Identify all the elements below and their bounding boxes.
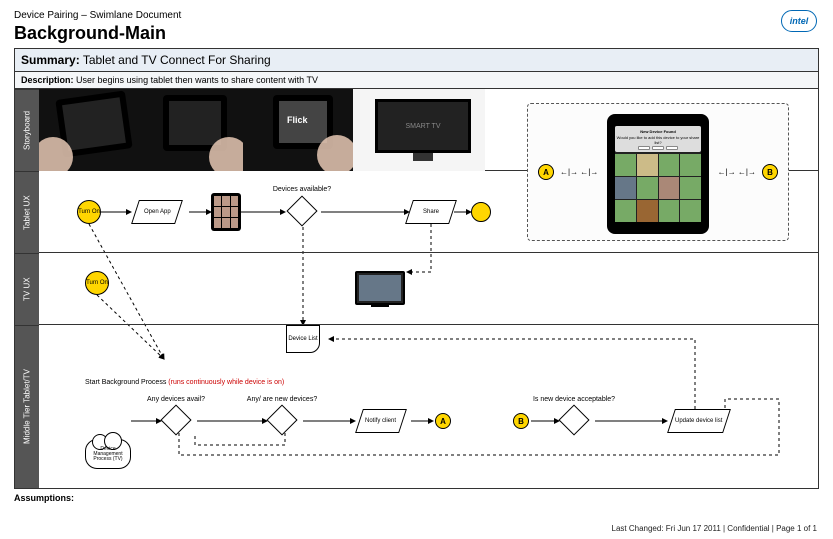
- description-text: User begins using tablet then wants to s…: [76, 75, 318, 85]
- lane-middle-tier: [39, 325, 818, 488]
- callout-photo-grid: [615, 154, 701, 222]
- storyboard-photo-4: SMART TV: [353, 89, 485, 171]
- decision-devices-available: [286, 195, 317, 226]
- decision-any-devices-label: Any devices avail?: [147, 396, 205, 403]
- tablet-app-thumbnail: [211, 193, 241, 231]
- lane-tv-ux: [39, 253, 818, 325]
- assumptions-label: Assumptions:: [14, 493, 819, 503]
- document-page: Device Pairing – Swimlane Document Backg…: [0, 0, 833, 539]
- swimlane-container: Storyboard Tablet UX TV UX Middle Tier T…: [14, 89, 819, 489]
- callout-panel: A ←|→ ←|→ New Device Found Would you lik…: [527, 103, 789, 241]
- footer: Last Changed: Fri Jun 17 2011 | Confiden…: [612, 524, 817, 533]
- decision-any-new-label: Any/ are new devices?: [247, 396, 317, 403]
- intel-logo: intel: [781, 10, 817, 32]
- summary-label: Summary:: [21, 53, 80, 67]
- smarttv-label: SMART TV: [378, 102, 468, 150]
- callout-arrow-left: ←|→ ←|→: [560, 168, 598, 177]
- decision-devices-available-label: Devices available?: [273, 186, 331, 193]
- lane-label-middle-tier: Middle Tier Tablet/TV: [15, 325, 39, 488]
- lane-labels: Storyboard Tablet UX TV UX Middle Tier T…: [15, 89, 39, 488]
- storyboard-photo-2: [147, 89, 243, 171]
- bg-process-note: Start Background Process (runs continuou…: [85, 379, 284, 386]
- storyboard-photo-1: [39, 89, 147, 171]
- callout-ipad: New Device Found Would you like to add t…: [607, 114, 709, 234]
- summary-bar: Summary: Tablet and TV Connect For Shari…: [14, 48, 819, 72]
- action-update-list: Update device list: [667, 409, 731, 433]
- lane-body: Flick SMART TV: [39, 89, 818, 488]
- lane-label-tv-ux: TV UX: [15, 253, 39, 325]
- callout-dialog-title: New Device Found: [640, 129, 676, 134]
- callout-connector-a: A: [538, 164, 554, 180]
- action-notify-client: Notify client: [355, 409, 407, 433]
- callout-connector-b: B: [762, 164, 778, 180]
- callout-dialog-msg: Would you like to add this device to you…: [616, 135, 700, 145]
- summary-text: Tablet and TV Connect For Sharing: [83, 53, 271, 67]
- decision-any-new: [266, 404, 297, 435]
- decision-acceptable: [558, 404, 589, 435]
- action-share: Share: [405, 200, 457, 224]
- lane-label-storyboard: Storyboard: [15, 89, 39, 171]
- description-bar: Description: User begins using tablet th…: [14, 72, 819, 89]
- decision-acceptable-label: Is new device acceptable?: [533, 396, 615, 403]
- tv-thumbnail: [355, 271, 405, 305]
- flickr-label: Flick: [287, 115, 308, 125]
- event-turn-on-tablet: Turn On: [77, 200, 101, 224]
- event-turn-on-tv: Turn On: [85, 271, 109, 295]
- callout-arrow-right: ←|→ ←|→: [718, 168, 756, 177]
- end-event: [471, 202, 491, 222]
- connector-b-in: B: [513, 413, 529, 429]
- doc-device-list: Device List: [286, 325, 320, 353]
- doc-category: Device Pairing – Swimlane Document: [14, 10, 819, 21]
- description-label: Description:: [21, 75, 74, 85]
- doc-title: Background-Main: [14, 23, 819, 44]
- storyboard-photo-3: Flick: [243, 89, 353, 171]
- connector-a-out: A: [435, 413, 451, 429]
- decision-any-devices: [160, 404, 191, 435]
- cloud-device-mgmt: Device Management Process (TV): [85, 439, 131, 469]
- lane-label-tablet-ux: Tablet UX: [15, 171, 39, 253]
- callout-dialog: New Device Found Would you like to add t…: [615, 126, 701, 152]
- action-open-app: Open App: [131, 200, 183, 224]
